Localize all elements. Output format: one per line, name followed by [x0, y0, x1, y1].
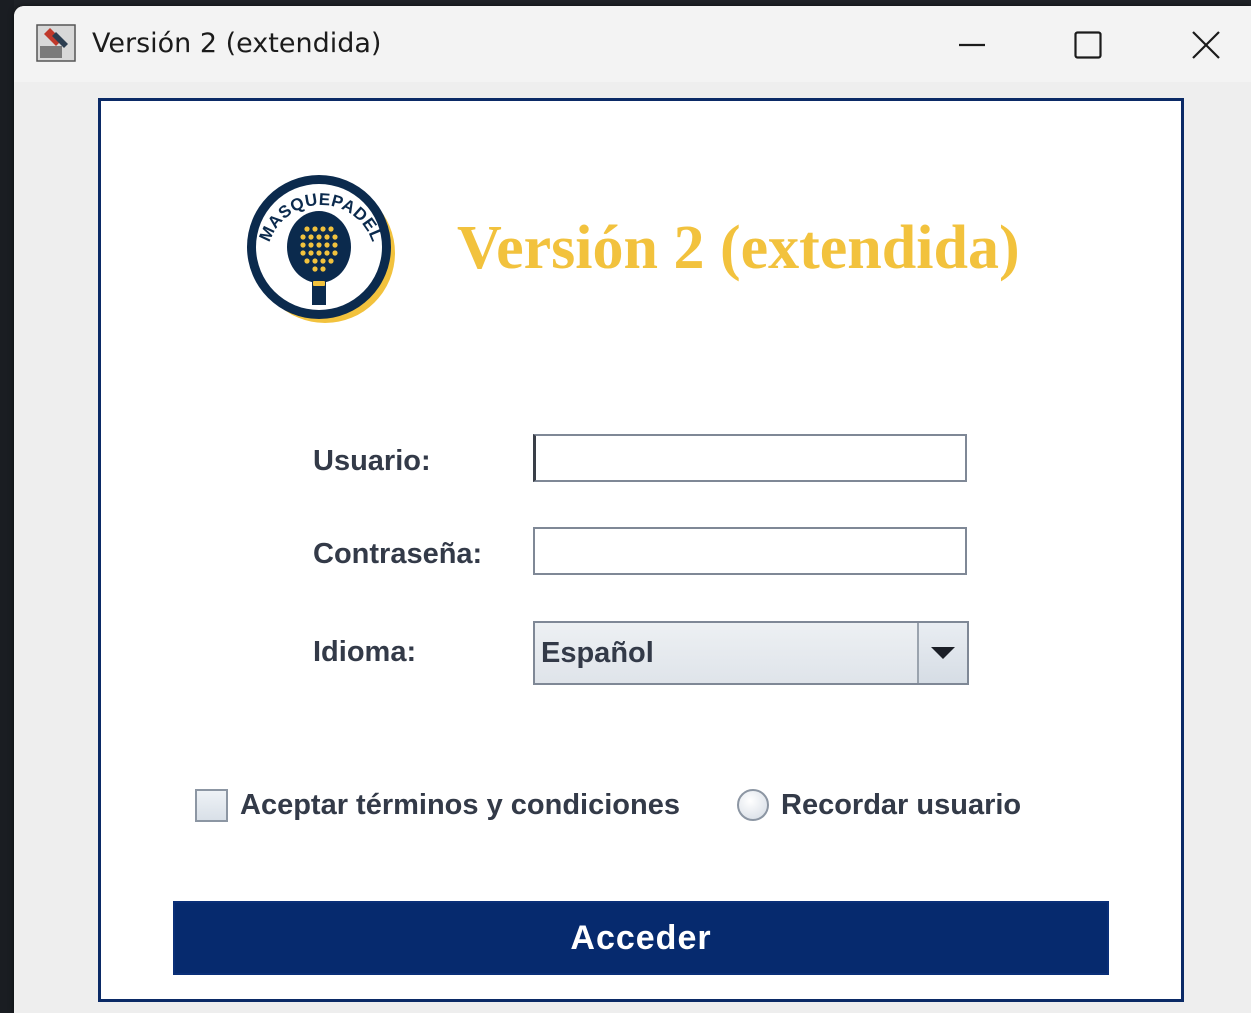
minimize-icon [959, 43, 985, 47]
masquepadel-logo: MASQUEPADEL [239, 167, 399, 327]
language-label: Idioma: [313, 636, 417, 668]
language-dropdown-button[interactable] [917, 623, 967, 683]
terms-label: Aceptar términos y condiciones [240, 788, 680, 821]
title-bar[interactable]: Versión 2 (extendida) [14, 6, 1251, 82]
language-selected-value: Español [541, 637, 654, 669]
language-select[interactable]: Español [533, 621, 969, 685]
remember-radio-row[interactable]: Recordar usuario [737, 783, 1021, 827]
password-input[interactable] [533, 527, 967, 575]
window-title: Versión 2 (extendida) [92, 28, 382, 59]
terms-checkbox[interactable] [195, 788, 228, 822]
close-button[interactable] [1176, 16, 1236, 74]
password-label: Contraseña: [313, 538, 483, 570]
login-panel: MASQUEPADEL Versión 2 (extendida) Usuari… [98, 98, 1184, 1002]
login-button[interactable]: Acceder [173, 901, 1109, 975]
username-input[interactable] [533, 434, 967, 482]
remember-radio[interactable] [737, 789, 769, 821]
app-window: Versión 2 (extendida) MASQUEPADEL Versió… [14, 6, 1251, 1013]
desktop-background [0, 0, 14, 1013]
username-label: Usuario: [313, 445, 431, 477]
java-app-icon [36, 24, 76, 62]
remember-label: Recordar usuario [781, 788, 1022, 821]
maximize-icon [1074, 31, 1102, 59]
chevron-down-icon [931, 647, 955, 659]
terms-checkbox-row[interactable]: Aceptar términos y condiciones [195, 783, 680, 827]
minimize-button[interactable] [942, 16, 1002, 74]
page-title: Versión 2 (extendida) [457, 214, 1020, 282]
close-icon [1192, 31, 1220, 59]
maximize-button[interactable] [1058, 16, 1118, 74]
